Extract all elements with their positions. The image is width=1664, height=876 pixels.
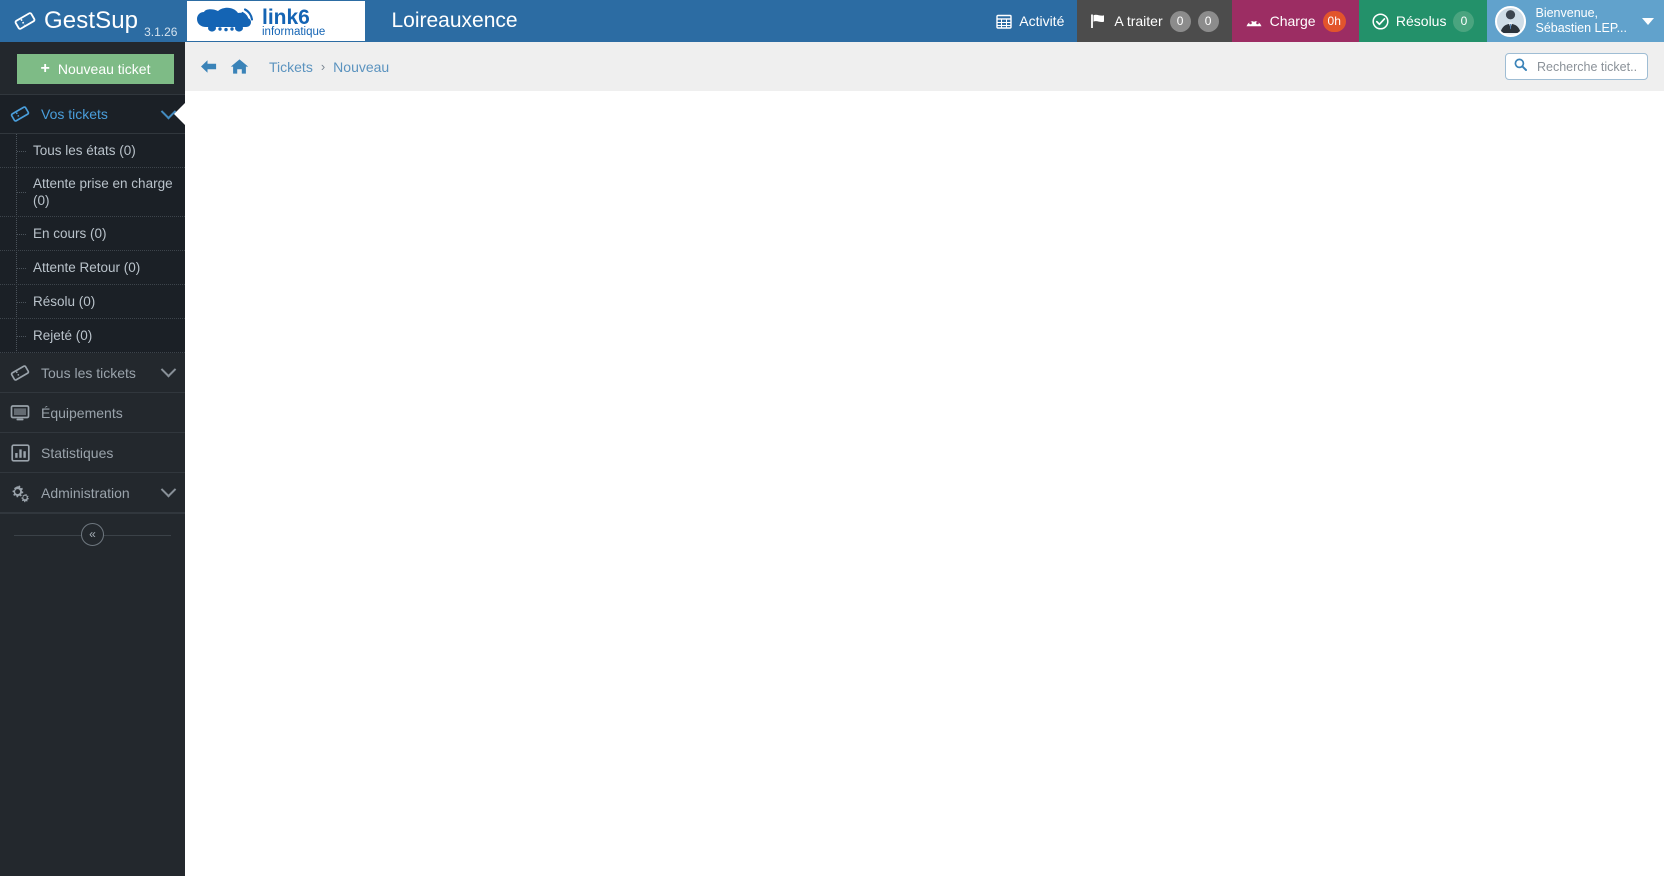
breadcrumb-separator: ›	[320, 59, 326, 74]
sidebar-item-tous-les-tickets[interactable]: Tous les tickets	[0, 353, 185, 393]
topbar-item-charge[interactable]: Charge 0h	[1231, 0, 1359, 42]
chevron-down-icon[interactable]	[160, 481, 177, 498]
site-name: Loireauxence	[391, 9, 518, 32]
search-input[interactable]	[1535, 58, 1639, 75]
sidebar-collapse-button[interactable]: «	[81, 523, 104, 546]
flag-icon	[1090, 13, 1107, 29]
brand[interactable]: GestSup 3.1.26	[0, 0, 177, 42]
sidebar-subitem-en-cours[interactable]: En cours (0)	[0, 217, 185, 251]
search-icon	[1514, 58, 1527, 76]
breadcrumb-parent[interactable]: Tickets	[269, 59, 313, 75]
sidebar-label-statistiques: Statistiques	[41, 444, 114, 461]
svg-text:informatique: informatique	[262, 26, 325, 38]
new-ticket-label: Nouveau ticket	[57, 61, 151, 77]
sidebar-subitem-label: Attente Retour (0)	[33, 260, 141, 275]
main-content	[185, 91, 1664, 876]
new-ticket-button[interactable]: + Nouveau ticket	[17, 54, 174, 84]
sidebar-label-administration: Administration	[41, 484, 130, 501]
sidebar-collapse-row: «	[0, 513, 185, 555]
topbar-label-activite: Activité	[1019, 13, 1065, 29]
sidebar-item-administration[interactable]: Administration	[0, 473, 185, 513]
sidebar-label-vos-tickets: Vos tickets	[41, 106, 108, 122]
sidebar-subitem-rejete[interactable]: Rejeté (0)	[0, 319, 185, 353]
sidebar-subitem-label: Attente prise en charge (0)	[33, 176, 173, 208]
new-ticket-wrap: + Nouveau ticket	[0, 42, 185, 94]
brand-name: GestSup	[44, 7, 139, 34]
sidebar: + Nouveau ticket Vos tickets Tous les ét…	[0, 42, 186, 876]
sidebar-label-equipements: Équipements	[41, 404, 123, 421]
sidebar-subitem-tous-les-etats[interactable]: Tous les états (0)	[0, 134, 185, 168]
topbar-item-a-traiter[interactable]: A traiter 0 0	[1077, 0, 1232, 42]
topbar-item-activite[interactable]: Activité	[983, 0, 1078, 42]
plus-icon: +	[40, 60, 50, 77]
badge-a-traiter-1: 0	[1169, 10, 1191, 32]
topbar-item-resolus[interactable]: Résolus 0	[1358, 0, 1488, 42]
sidebar-subitem-label: Tous les états (0)	[33, 143, 136, 158]
sidebar-subitem-attente-retour[interactable]: Attente Retour (0)	[0, 251, 185, 285]
sidebar-item-vos-tickets[interactable]: Vos tickets	[0, 94, 186, 134]
gears-icon	[9, 483, 31, 503]
sidebar-subitem-resolu[interactable]: Résolu (0)	[0, 285, 185, 319]
user-name: Sébastien LEP...	[1535, 21, 1627, 35]
arrow-left-icon[interactable]	[199, 58, 218, 75]
sidebar-subitem-label: Résolu (0)	[33, 294, 96, 309]
gauge-icon	[1245, 13, 1263, 29]
chevron-down-icon[interactable]	[160, 361, 177, 378]
sidebar-label-tous-les-tickets: Tous les tickets	[41, 364, 136, 381]
sidebar-item-statistiques[interactable]: Statistiques	[0, 433, 185, 473]
user-greeting: Bienvenue,	[1535, 6, 1599, 20]
badge-a-traiter-2: 0	[1197, 10, 1219, 32]
badge-charge: 0h	[1322, 10, 1346, 32]
ticket-icon	[9, 104, 31, 124]
partner-logo: link6 informatique	[187, 1, 366, 41]
sidebar-subitem-label: Rejeté (0)	[33, 328, 93, 343]
user-welcome: Bienvenue, Sébastien LEP...	[1535, 6, 1627, 36]
topbar-label-a-traiter: A traiter	[1114, 13, 1163, 29]
monitor-icon	[9, 404, 31, 422]
sidebar-subitem-attente-prise-en-charge[interactable]: Attente prise en charge (0)	[0, 168, 185, 217]
sidebar-item-equipements[interactable]: Équipements	[0, 393, 185, 433]
home-icon[interactable]	[230, 58, 249, 75]
sidebar-submenu-vos-tickets: Tous les états (0) Attente prise en char…	[0, 134, 185, 353]
user-menu[interactable]: Bienvenue, Sébastien LEP...	[1487, 0, 1664, 42]
topbar-label-resolus: Résolus	[1395, 13, 1447, 29]
breadcrumb-current[interactable]: Nouveau	[333, 59, 389, 75]
user-avatar-icon	[1495, 5, 1527, 37]
bar-chart-icon	[9, 443, 31, 462]
sidebar-subitem-label: En cours (0)	[33, 226, 107, 241]
top-bar: GestSup 3.1.26 link6 informatique Loirea…	[0, 0, 1664, 42]
ticket-icon	[9, 363, 31, 383]
breadcrumb-bar: Tickets › Nouveau	[185, 42, 1664, 91]
badge-resolus: 0	[1453, 10, 1475, 32]
check-circle-icon	[1372, 12, 1389, 30]
brand-version: 3.1.26	[144, 25, 178, 39]
calendar-icon	[996, 13, 1012, 29]
search-ticket-box[interactable]	[1505, 53, 1648, 80]
topbar-label-charge: Charge	[1269, 13, 1316, 29]
ticket-diamond-icon	[14, 10, 36, 32]
caret-down-icon[interactable]	[1642, 17, 1654, 25]
